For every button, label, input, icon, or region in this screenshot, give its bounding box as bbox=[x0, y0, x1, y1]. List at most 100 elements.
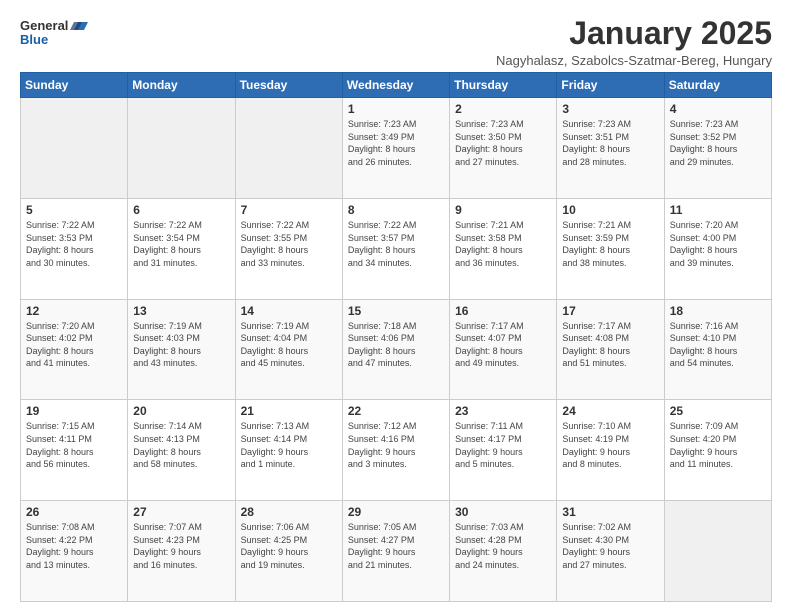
day-info: Sunrise: 7:22 AM Sunset: 3:55 PM Dayligh… bbox=[241, 219, 337, 269]
day-number: 13 bbox=[133, 304, 229, 318]
day-info: Sunrise: 7:10 AM Sunset: 4:19 PM Dayligh… bbox=[562, 420, 658, 470]
calendar-cell: 28 Sunrise: 7:06 AM Sunset: 4:25 PM Dayli… bbox=[235, 501, 342, 602]
calendar-cell: 14 Sunrise: 7:19 AM Sunset: 4:04 PM Dayli… bbox=[235, 299, 342, 400]
day-number: 10 bbox=[562, 203, 658, 217]
day-number: 2 bbox=[455, 102, 551, 116]
calendar-week-3: 12 Sunrise: 7:20 AM Sunset: 4:02 PM Dayli… bbox=[21, 299, 772, 400]
day-info: Sunrise: 7:23 AM Sunset: 3:49 PM Dayligh… bbox=[348, 118, 444, 168]
calendar-cell: 4 Sunrise: 7:23 AM Sunset: 3:52 PM Daylig… bbox=[664, 98, 771, 199]
day-info: Sunrise: 7:07 AM Sunset: 4:23 PM Dayligh… bbox=[133, 521, 229, 571]
calendar-cell: 19 Sunrise: 7:15 AM Sunset: 4:11 PM Dayli… bbox=[21, 400, 128, 501]
calendar-cell: 20Sunrise: 7:14 AM Sunset: 4:13 PM Dayli… bbox=[128, 400, 235, 501]
weekday-header-tuesday: Tuesday bbox=[235, 73, 342, 98]
weekday-header-thursday: Thursday bbox=[450, 73, 557, 98]
calendar-cell: 26Sunrise: 7:08 AM Sunset: 4:22 PM Dayli… bbox=[21, 501, 128, 602]
calendar-cell: 7 Sunrise: 7:22 AM Sunset: 3:55 PM Daylig… bbox=[235, 198, 342, 299]
day-number: 7 bbox=[241, 203, 337, 217]
calendar-cell: 22Sunrise: 7:12 AM Sunset: 4:16 PM Dayli… bbox=[342, 400, 449, 501]
day-number: 9 bbox=[455, 203, 551, 217]
day-number: 31 bbox=[562, 505, 658, 519]
calendar-cell: 23Sunrise: 7:11 AM Sunset: 4:17 PM Dayli… bbox=[450, 400, 557, 501]
month-title: January 2025 bbox=[496, 16, 772, 51]
day-number: 3 bbox=[562, 102, 658, 116]
day-number: 18 bbox=[670, 304, 766, 318]
calendar-cell: 3 Sunrise: 7:23 AM Sunset: 3:51 PM Daylig… bbox=[557, 98, 664, 199]
logo: General Blue bbox=[20, 16, 88, 47]
day-info: Sunrise: 7:23 AM Sunset: 3:50 PM Dayligh… bbox=[455, 118, 551, 168]
weekday-header-wednesday: Wednesday bbox=[342, 73, 449, 98]
day-info: Sunrise: 7:22 AM Sunset: 3:53 PM Dayligh… bbox=[26, 219, 122, 269]
weekday-header-sunday: Sunday bbox=[21, 73, 128, 98]
calendar-cell: 31 Sunrise: 7:02 AM Sunset: 4:30 PM Dayli… bbox=[557, 501, 664, 602]
day-number: 24 bbox=[562, 404, 658, 418]
day-number: 26 bbox=[26, 505, 122, 519]
day-number: 27 bbox=[133, 505, 229, 519]
calendar-cell: 6 Sunrise: 7:22 AM Sunset: 3:54 PM Daylig… bbox=[128, 198, 235, 299]
logo-icon bbox=[70, 16, 88, 34]
calendar-cell: 12 Sunrise: 7:20 AM Sunset: 4:02 PM Dayli… bbox=[21, 299, 128, 400]
weekday-header-friday: Friday bbox=[557, 73, 664, 98]
calendar-cell: 11 Sunrise: 7:20 AM Sunset: 4:00 PM Dayli… bbox=[664, 198, 771, 299]
day-number: 14 bbox=[241, 304, 337, 318]
calendar-cell: 2 Sunrise: 7:23 AM Sunset: 3:50 PM Daylig… bbox=[450, 98, 557, 199]
day-number: 6 bbox=[133, 203, 229, 217]
day-info: Sunrise: 7:20 AM Sunset: 4:00 PM Dayligh… bbox=[670, 219, 766, 269]
calendar-cell bbox=[21, 98, 128, 199]
day-number: 19 bbox=[26, 404, 122, 418]
day-number: 29 bbox=[348, 505, 444, 519]
day-info: Sunrise: 7:20 AM Sunset: 4:02 PM Dayligh… bbox=[26, 320, 122, 370]
calendar-cell: 15Sunrise: 7:18 AM Sunset: 4:06 PM Dayli… bbox=[342, 299, 449, 400]
day-info: Sunrise: 7:03 AM Sunset: 4:28 PM Dayligh… bbox=[455, 521, 551, 571]
calendar-cell: 16 Sunrise: 7:17 AM Sunset: 4:07 PM Dayli… bbox=[450, 299, 557, 400]
calendar-cell bbox=[235, 98, 342, 199]
calendar-cell: 25Sunrise: 7:09 AM Sunset: 4:20 PM Dayli… bbox=[664, 400, 771, 501]
calendar-cell: 9 Sunrise: 7:21 AM Sunset: 3:58 PM Daylig… bbox=[450, 198, 557, 299]
calendar-week-2: 5 Sunrise: 7:22 AM Sunset: 3:53 PM Daylig… bbox=[21, 198, 772, 299]
day-info: Sunrise: 7:19 AM Sunset: 4:03 PM Dayligh… bbox=[133, 320, 229, 370]
day-number: 8 bbox=[348, 203, 444, 217]
day-number: 4 bbox=[670, 102, 766, 116]
calendar-cell: 5 Sunrise: 7:22 AM Sunset: 3:53 PM Daylig… bbox=[21, 198, 128, 299]
day-info: Sunrise: 7:22 AM Sunset: 3:54 PM Dayligh… bbox=[133, 219, 229, 269]
day-number: 30 bbox=[455, 505, 551, 519]
day-number: 21 bbox=[241, 404, 337, 418]
day-info: Sunrise: 7:23 AM Sunset: 3:52 PM Dayligh… bbox=[670, 118, 766, 168]
day-info: Sunrise: 7:19 AM Sunset: 4:04 PM Dayligh… bbox=[241, 320, 337, 370]
day-info: Sunrise: 7:06 AM Sunset: 4:25 PM Dayligh… bbox=[241, 521, 337, 571]
day-info: Sunrise: 7:15 AM Sunset: 4:11 PM Dayligh… bbox=[26, 420, 122, 470]
day-info: Sunrise: 7:02 AM Sunset: 4:30 PM Dayligh… bbox=[562, 521, 658, 571]
calendar-cell: 27 Sunrise: 7:07 AM Sunset: 4:23 PM Dayli… bbox=[128, 501, 235, 602]
day-info: Sunrise: 7:11 AM Sunset: 4:17 PM Dayligh… bbox=[455, 420, 551, 470]
weekday-header-monday: Monday bbox=[128, 73, 235, 98]
day-info: Sunrise: 7:17 AM Sunset: 4:07 PM Dayligh… bbox=[455, 320, 551, 370]
logo-general: General bbox=[20, 18, 68, 33]
calendar-cell bbox=[128, 98, 235, 199]
calendar-cell: 1 Sunrise: 7:23 AM Sunset: 3:49 PM Daylig… bbox=[342, 98, 449, 199]
day-number: 1 bbox=[348, 102, 444, 116]
day-number: 11 bbox=[670, 203, 766, 217]
day-info: Sunrise: 7:16 AM Sunset: 4:10 PM Dayligh… bbox=[670, 320, 766, 370]
day-number: 5 bbox=[26, 203, 122, 217]
day-info: Sunrise: 7:14 AM Sunset: 4:13 PM Dayligh… bbox=[133, 420, 229, 470]
day-number: 22 bbox=[348, 404, 444, 418]
day-number: 16 bbox=[455, 304, 551, 318]
location-subtitle: Nagyhalasz, Szabolcs-Szatmar-Bereg, Hung… bbox=[496, 53, 772, 68]
day-info: Sunrise: 7:17 AM Sunset: 4:08 PM Dayligh… bbox=[562, 320, 658, 370]
weekday-header-row: SundayMondayTuesdayWednesdayThursdayFrid… bbox=[21, 73, 772, 98]
calendar-week-4: 19 Sunrise: 7:15 AM Sunset: 4:11 PM Dayli… bbox=[21, 400, 772, 501]
calendar-cell: 29Sunrise: 7:05 AM Sunset: 4:27 PM Dayli… bbox=[342, 501, 449, 602]
calendar-cell: 13 Sunrise: 7:19 AM Sunset: 4:03 PM Dayli… bbox=[128, 299, 235, 400]
calendar-table: SundayMondayTuesdayWednesdayThursdayFrid… bbox=[20, 72, 772, 602]
day-number: 28 bbox=[241, 505, 337, 519]
calendar-cell: 17 Sunrise: 7:17 AM Sunset: 4:08 PM Dayli… bbox=[557, 299, 664, 400]
calendar-cell bbox=[664, 501, 771, 602]
day-info: Sunrise: 7:13 AM Sunset: 4:14 PM Dayligh… bbox=[241, 420, 337, 470]
title-block: January 2025 Nagyhalasz, Szabolcs-Szatma… bbox=[496, 16, 772, 68]
calendar-cell: 8Sunrise: 7:22 AM Sunset: 3:57 PM Daylig… bbox=[342, 198, 449, 299]
day-number: 12 bbox=[26, 304, 122, 318]
day-number: 17 bbox=[562, 304, 658, 318]
day-info: Sunrise: 7:21 AM Sunset: 3:58 PM Dayligh… bbox=[455, 219, 551, 269]
day-info: Sunrise: 7:23 AM Sunset: 3:51 PM Dayligh… bbox=[562, 118, 658, 168]
header: General Blue January 2025 Nagyhalasz, Sz… bbox=[20, 16, 772, 68]
calendar-week-1: 1 Sunrise: 7:23 AM Sunset: 3:49 PM Daylig… bbox=[21, 98, 772, 199]
